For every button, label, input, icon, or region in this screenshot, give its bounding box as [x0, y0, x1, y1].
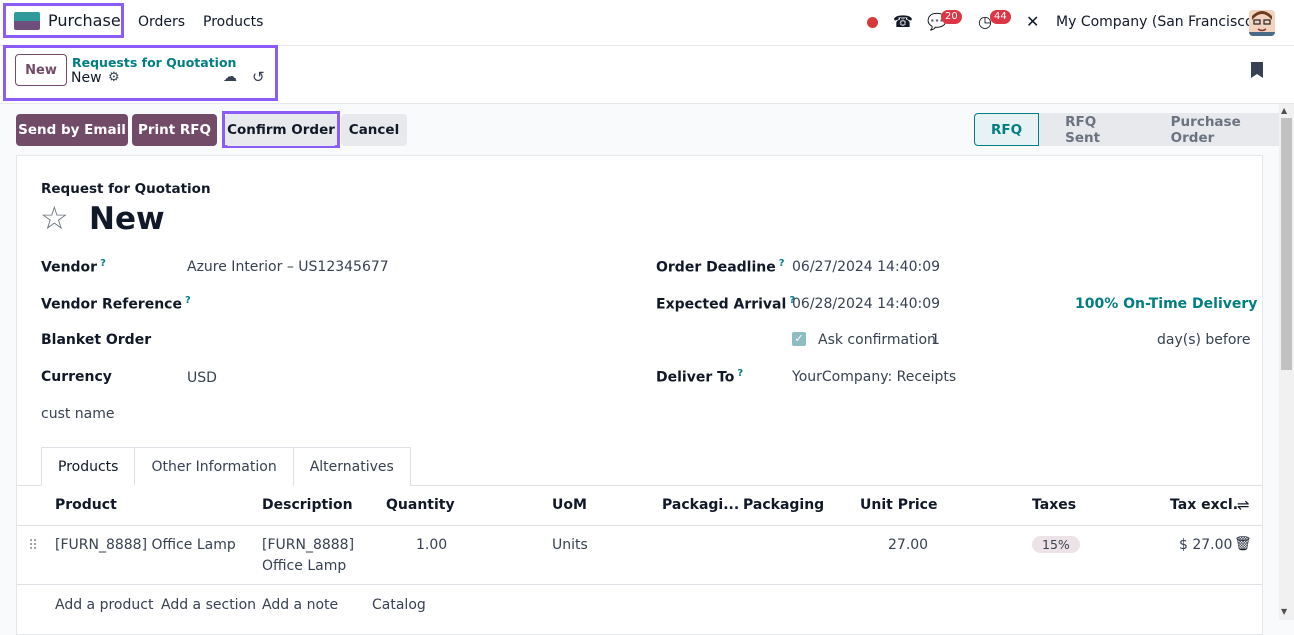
add-section-link[interactable]: Add a section [161, 597, 256, 613]
form-title-label: Request for Quotation [41, 181, 211, 197]
ask-confirmation-days[interactable]: 1 [931, 332, 940, 348]
vendor-label: Vendor? [41, 258, 106, 276]
order-deadline-field[interactable]: 06/27/2024 14:40:09 [792, 259, 940, 275]
print-rfq-button[interactable]: Print RFQ [132, 114, 217, 146]
scrollbar-thumb[interactable] [1281, 118, 1292, 370]
column-header-tax-excl[interactable]: Tax excl. [1170, 497, 1238, 513]
status-bar: RFQ RFQ Sent Purchase Order [974, 113, 1294, 146]
record-dot-icon[interactable] [867, 17, 878, 28]
table-header-divider [17, 525, 1262, 526]
app-brand[interactable]: Purchase [3, 3, 124, 38]
form-sheet [16, 155, 1263, 635]
cancel-button[interactable]: Cancel [341, 114, 407, 146]
vendor-reference-label: Vendor Reference? [41, 295, 191, 313]
column-header-packaging[interactable]: Packaging [743, 497, 824, 513]
currency-label: Currency [41, 369, 112, 385]
description-cell-line2[interactable]: Office Lamp [262, 558, 346, 574]
menu-orders[interactable]: Orders [138, 14, 185, 30]
description-cell-line1[interactable]: [FURN_8888] [262, 537, 354, 553]
column-header-description[interactable]: Description [262, 497, 353, 513]
quantity-cell[interactable]: 1.00 [416, 537, 447, 553]
deliver-to-label: Deliver To? [656, 368, 744, 386]
purchase-app-icon [14, 11, 40, 30]
scroll-down-arrow-icon[interactable]: ▼ [1281, 607, 1287, 616]
confirm-order-button[interactable]: Confirm Order [225, 114, 337, 146]
table-row-divider [17, 584, 1262, 585]
messages-badge: 20 [941, 10, 962, 24]
breadcrumb-current: New [71, 70, 102, 86]
subtotal-cell: $ 27.00 [1179, 537, 1233, 553]
gear-icon[interactable]: ⚙ [108, 70, 120, 85]
currency-field[interactable]: USD [187, 370, 217, 386]
column-header-taxes[interactable]: Taxes [1032, 497, 1076, 513]
new-button[interactable]: New [15, 54, 67, 86]
tax-badge[interactable]: 15% [1032, 536, 1080, 553]
expected-arrival-field[interactable]: 06/28/2024 14:40:09 [792, 296, 940, 312]
on-time-delivery-link[interactable]: 100% On-Time Delivery [1075, 296, 1257, 312]
trash-icon[interactable]: 🗑 [1234, 536, 1252, 552]
scroll-up-arrow-icon[interactable]: ▲ [1281, 106, 1287, 115]
discard-icon[interactable]: ↺ [252, 68, 265, 86]
ask-confirmation-label: Ask confirmation [818, 332, 936, 348]
days-before-label: day(s) before [1157, 332, 1251, 348]
tools-icon[interactable]: ✕ [1026, 12, 1039, 31]
column-header-product[interactable]: Product [55, 497, 117, 513]
ask-confirmation-checkbox[interactable]: ✓ [792, 332, 806, 346]
notebook-tabs: Products Other Information Alternatives [41, 447, 411, 486]
blanket-order-label: Blanket Order [41, 332, 152, 348]
optional-columns-icon[interactable]: ⇌ [1237, 496, 1250, 514]
menu-products[interactable]: Products [203, 14, 263, 30]
stage-rfq-sent[interactable]: RFQ Sent [1039, 113, 1145, 146]
order-deadline-label: Order Deadline? [656, 258, 785, 276]
activities-badge: 44 [990, 10, 1011, 24]
drag-handle-icon[interactable]: ⠿ [28, 538, 38, 554]
vendor-field[interactable]: Azure Interior – US12345677 [187, 259, 389, 275]
company-switcher[interactable]: My Company (San Francisco) [1056, 14, 1259, 30]
form-title: New [89, 201, 165, 237]
expected-arrival-label: Expected Arrival? [656, 295, 796, 313]
tab-other-information[interactable]: Other Information [134, 447, 294, 486]
uom-cell[interactable]: Units [552, 537, 588, 553]
cust-name-label: cust name [41, 406, 115, 422]
send-by-email-button[interactable]: Send by Email [16, 114, 128, 146]
app-name: Purchase [48, 11, 121, 30]
tab-alternatives[interactable]: Alternatives [292, 447, 411, 486]
tab-products[interactable]: Products [41, 447, 136, 486]
catalog-link[interactable]: Catalog [372, 597, 426, 613]
column-header-uom[interactable]: UoM [552, 497, 587, 513]
product-cell[interactable]: [FURN_8888] Office Lamp [55, 537, 236, 553]
column-header-quantity[interactable]: Quantity [386, 497, 455, 513]
stage-rfq[interactable]: RFQ [974, 113, 1040, 146]
stage-purchase-order[interactable]: Purchase Order [1144, 113, 1294, 146]
deliver-to-field[interactable]: YourCompany: Receipts [792, 369, 956, 385]
add-note-link[interactable]: Add a note [262, 597, 338, 613]
add-product-link[interactable]: Add a product [55, 597, 153, 613]
star-icon[interactable]: ☆ [40, 202, 69, 234]
column-header-packaging-qty[interactable]: Packagi... [662, 497, 739, 513]
breadcrumb-parent[interactable]: Requests for Quotation [72, 55, 236, 70]
phone-icon[interactable]: ☎ [893, 12, 913, 31]
column-header-unit-price[interactable]: Unit Price [860, 497, 937, 513]
cloud-upload-icon[interactable]: ☁ [223, 69, 237, 85]
unit-price-cell[interactable]: 27.00 [888, 537, 928, 553]
avatar[interactable] [1249, 10, 1275, 36]
